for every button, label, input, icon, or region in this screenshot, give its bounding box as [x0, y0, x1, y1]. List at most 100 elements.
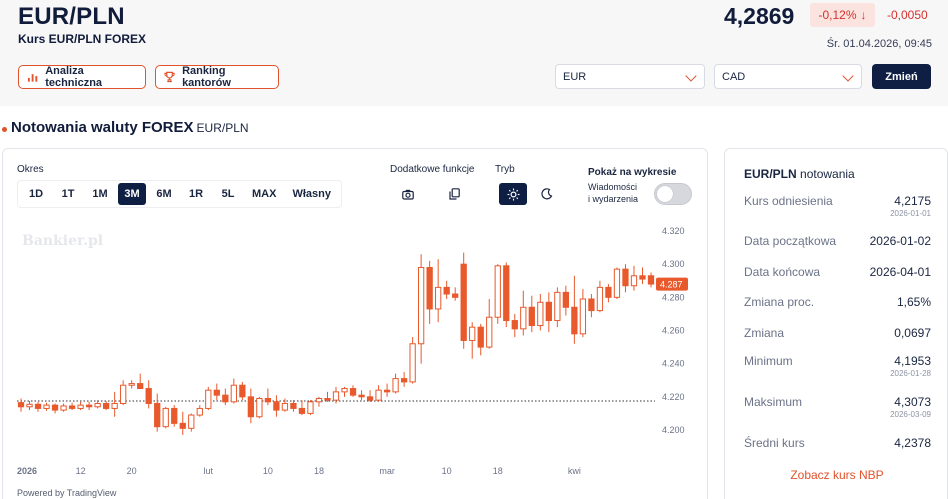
candle-up — [230, 384, 237, 403]
stats-value: 4,2378 — [894, 436, 931, 450]
currency-from-select[interactable]: EUR — [555, 64, 705, 89]
candle-down — [426, 266, 433, 310]
stats-value: 0,0697 — [894, 326, 931, 340]
candlestick-chart[interactable]: Bankier.pl 4.320 4.300 4.280 4.260 4.240 4.22… — [3, 149, 707, 499]
stats-title: EUR/PLN notowania — [744, 167, 855, 181]
candle-down — [366, 396, 374, 401]
candle-up — [128, 383, 135, 386]
candle-up — [60, 405, 67, 411]
trophy-icon — [164, 71, 175, 83]
section-bullet-icon — [2, 127, 7, 132]
x-tick-label: kwi — [568, 466, 581, 476]
candle-up — [94, 402, 101, 408]
candle-up — [613, 268, 621, 298]
candle-up — [596, 286, 604, 312]
x-tick-label: 20 — [127, 466, 137, 476]
candle-down — [34, 403, 42, 409]
currency-to-select[interactable]: CAD — [714, 64, 862, 89]
candle-up — [520, 306, 527, 330]
candles-group — [17, 252, 655, 435]
candle-down — [239, 384, 246, 398]
change-percent-badge: -0,12% ↓ — [810, 3, 875, 27]
nbp-rate-link[interactable]: Zobacz kurs NBP — [725, 468, 948, 482]
stats-label: Data końcowa — [744, 265, 821, 279]
candle-down — [171, 407, 178, 424]
x-tick-label: 2026 — [17, 466, 37, 476]
stats-value: 2026-04-01 — [869, 265, 931, 279]
candle-up — [205, 389, 212, 409]
current-price: 4,2869 — [724, 3, 795, 29]
candle-down — [154, 402, 161, 428]
candle-up — [375, 389, 382, 401]
candle-down — [528, 306, 535, 327]
candle-down — [298, 407, 306, 414]
y-tick-label: 4.220 — [662, 392, 685, 402]
candle-up — [554, 291, 561, 322]
currency-to-value: CAD — [722, 70, 746, 83]
x-tick-label: 10 — [263, 466, 273, 476]
stats-value: 4,3073 — [894, 395, 931, 409]
stats-title-pair: EUR/PLN — [744, 167, 797, 181]
y-tick-label: 4.280 — [662, 292, 685, 302]
candle-down — [264, 397, 272, 403]
candle-up — [111, 402, 118, 409]
candle-down — [213, 389, 220, 396]
stats-panel: EUR/PLN notowania Kurs odniesienia 4,2175… — [724, 148, 948, 499]
candle-up — [120, 384, 127, 404]
candle-up — [162, 407, 169, 428]
candle-up — [77, 404, 84, 409]
candle-up — [188, 414, 195, 429]
y-axis: 4.320 4.300 4.280 4.260 4.240 4.220 4.200 — [662, 226, 685, 435]
candle-down — [247, 396, 255, 418]
change-absolute: -0,0050 — [887, 8, 928, 22]
candle-up — [392, 378, 399, 393]
y-tick-label: 4.200 — [662, 425, 685, 435]
candle-down — [290, 402, 297, 409]
stats-date: 2026-03-09 — [890, 410, 931, 419]
y-tick-label: 4.320 — [662, 226, 685, 236]
candle-up — [43, 404, 50, 409]
chevron-down-icon — [842, 70, 854, 82]
candle-down — [503, 265, 510, 322]
exchange-ranking-button[interactable]: Ranking kantorów — [155, 65, 279, 89]
stats-value: 1,65% — [896, 295, 931, 309]
x-tick-label: 12 — [76, 466, 86, 476]
pair-subtitle: Kurs EUR/PLN FOREX — [18, 32, 147, 46]
stats-label: Kurs odniesienia — [744, 194, 833, 208]
y-tick-label: 4.300 — [662, 259, 685, 269]
candle-down — [460, 263, 467, 341]
candle-down — [562, 291, 570, 308]
stats-date: 2026-01-28 — [890, 369, 931, 378]
candle-up — [409, 343, 416, 383]
chart-panel: Okres 1D 1T 1M 3M 6M 1R 5L MAX Własny Dodatkowe … — [2, 148, 708, 499]
last-price-marker: 4.287 — [656, 277, 688, 291]
candle-down — [400, 378, 408, 383]
candle-down — [349, 388, 357, 396]
stats-label: Minimum — [744, 354, 793, 368]
pair-title: EUR/PLN — [18, 3, 125, 30]
last-price-text: 4.287 — [660, 280, 683, 290]
candle-down — [222, 394, 229, 403]
candle-up — [417, 266, 425, 345]
stats-label: Zmiana proc. — [744, 295, 815, 309]
candle-up — [307, 401, 314, 414]
candle-up — [341, 388, 348, 393]
change-currency-button[interactable]: Zmień — [872, 64, 931, 89]
candle-down — [443, 286, 450, 295]
candle-down — [17, 402, 25, 408]
candle-up — [26, 403, 33, 408]
x-tick-label: lut — [204, 466, 214, 476]
stats-label: Data początkowa — [744, 234, 837, 248]
candle-up — [494, 265, 501, 318]
section-pair: EUR/PLN — [196, 121, 249, 135]
powered-by-label: Powered by TradingView — [17, 488, 117, 498]
candle-up — [435, 286, 442, 310]
candle-down — [383, 389, 391, 393]
technical-analysis-label: Analiza techniczna — [45, 65, 103, 89]
technical-analysis-button[interactable]: Analiza techniczna — [18, 65, 146, 89]
stats-value: 4,1953 — [894, 354, 931, 368]
quote-datetime: Śr. 01.04.2026, 09:45 — [826, 38, 932, 50]
candle-down — [102, 402, 110, 409]
candle-down — [477, 326, 484, 348]
x-axis: 2026 12 20 lut 10 18 mar 10 18 kwi — [17, 466, 581, 476]
